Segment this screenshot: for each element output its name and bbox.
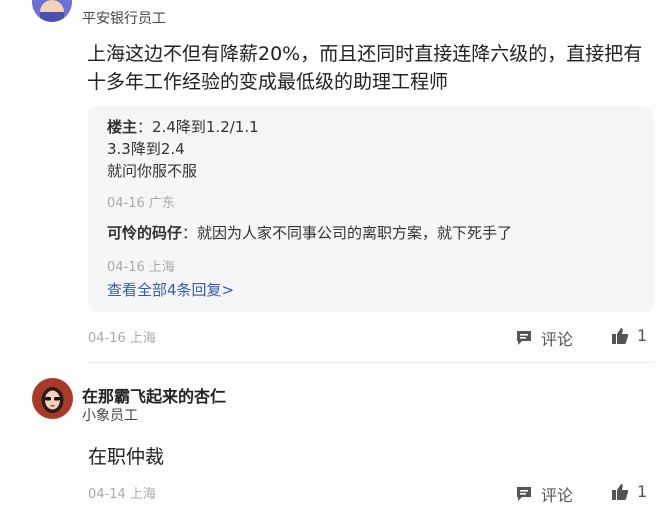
comment-meta: 04-16 上海 (88, 331, 156, 346)
comment-bubble-icon (517, 331, 531, 345)
divider (88, 362, 654, 363)
author-role: 平安银行员工 (82, 11, 166, 27)
reply-author[interactable]: 楼主 (107, 118, 137, 136)
thumbs-up-icon (612, 483, 629, 500)
view-all-replies-link[interactable]: 查看全部4条回复> (107, 279, 234, 300)
like-button[interactable]: 1 (611, 326, 647, 345)
reply-meta: 04-16 上海 (107, 260, 175, 275)
comment-meta: 04-14 上海 (88, 487, 156, 502)
comment-text: 上海这边不但有降薪20%，而且还同时直接连降六级的，直接把有十多年工作经验的变成… (87, 43, 643, 93)
reply-item: 可怜的码仔：就因为人家不同事公司的离职方案，就下死手了 (107, 222, 512, 244)
reply-item: 楼主：2.4降到1.2/1.1 3.3降到2.4 就问你服不服 (107, 116, 259, 182)
like-count: 1 (637, 326, 648, 345)
reply-text-line: 3.3降到2.4 (107, 140, 185, 158)
avatar[interactable] (32, 0, 72, 22)
like-button[interactable]: 1 (611, 482, 647, 501)
comment-bubble-icon (517, 487, 531, 501)
reply-box: 楼主：2.4降到1.2/1.1 3.3降到2.4 就问你服不服 04-16 广东… (88, 106, 654, 312)
comment-text: 在职仲裁 (88, 446, 165, 468)
reply-separator: ： (137, 118, 153, 136)
reply-meta: 04-16 广东 (107, 196, 175, 211)
reply-separator: ： (182, 224, 198, 242)
reply-author[interactable]: 可怜的码仔 (107, 224, 182, 242)
author-role: 小象员工 (82, 408, 138, 424)
comment-label: 评论 (541, 330, 574, 349)
comment-button[interactable]: 评论 (515, 482, 573, 506)
author-name[interactable]: 在那霸飞起来的杏仁 (82, 383, 226, 407)
reply-text-line: 就问你服不服 (107, 162, 198, 180)
reply-text-line: 2.4降到1.2/1.1 (152, 118, 259, 136)
like-count: 1 (637, 482, 648, 501)
reply-text-line: 就因为人家不同事公司的离职方案，就下死手了 (197, 224, 513, 242)
comment-label: 评论 (541, 486, 574, 505)
comment-button[interactable]: 评论 (515, 326, 573, 350)
thumbs-up-icon (612, 327, 629, 344)
avatar[interactable] (32, 378, 73, 419)
